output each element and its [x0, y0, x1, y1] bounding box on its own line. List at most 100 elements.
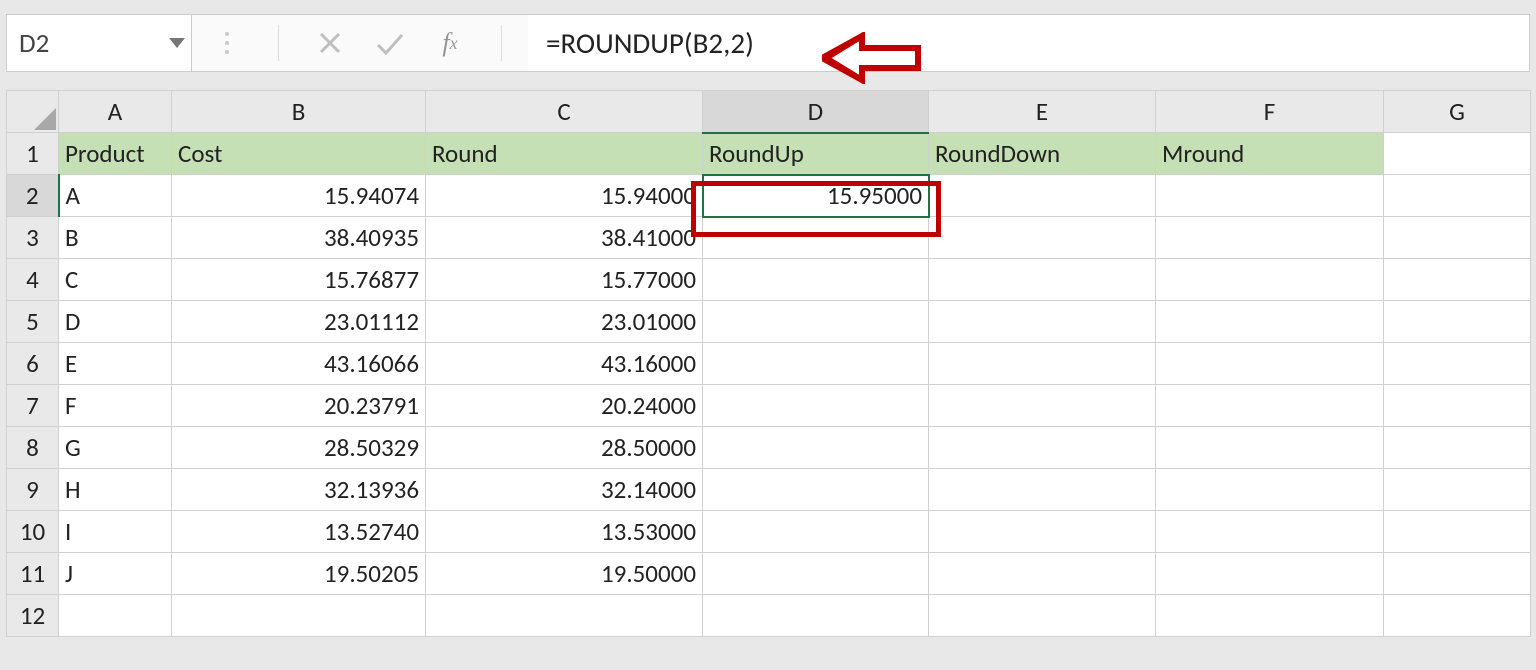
cell-D4[interactable]: [703, 259, 929, 301]
cell-F7[interactable]: [1156, 385, 1384, 427]
cell-A11[interactable]: J: [59, 553, 172, 595]
row-header-5[interactable]: 5: [7, 301, 59, 343]
cell-G7[interactable]: [1384, 385, 1531, 427]
cell-E6[interactable]: [929, 343, 1156, 385]
column-header-C[interactable]: C: [426, 91, 703, 133]
cell-B4[interactable]: 15.76877: [172, 259, 426, 301]
cell-E2[interactable]: [929, 175, 1156, 217]
cell-C7[interactable]: 20.24000: [426, 385, 703, 427]
spreadsheet-grid[interactable]: ABCDEFG 1ProductCostRoundRoundUpRoundDow…: [6, 90, 1530, 637]
cell-A5[interactable]: D: [59, 301, 172, 343]
cell-E9[interactable]: [929, 469, 1156, 511]
row-header-2[interactable]: 2: [7, 175, 59, 217]
cell-D5[interactable]: [703, 301, 929, 343]
cell-A6[interactable]: E: [59, 343, 172, 385]
cancel-icon[interactable]: [313, 26, 347, 60]
name-box-dropdown-icon[interactable]: [169, 38, 185, 48]
row-header-7[interactable]: 7: [7, 385, 59, 427]
cell-B7[interactable]: 20.23791: [172, 385, 426, 427]
row-header-3[interactable]: 3: [7, 217, 59, 259]
cell-A10[interactable]: I: [59, 511, 172, 553]
cell-A7[interactable]: F: [59, 385, 172, 427]
cell-F10[interactable]: [1156, 511, 1384, 553]
cell-F11[interactable]: [1156, 553, 1384, 595]
cell-B2[interactable]: 15.94074: [172, 175, 426, 217]
cell-A9[interactable]: H: [59, 469, 172, 511]
cell-G10[interactable]: [1384, 511, 1531, 553]
cell-G6[interactable]: [1384, 343, 1531, 385]
cell-E1[interactable]: RoundDown: [929, 133, 1156, 175]
cell-B1[interactable]: Cost: [172, 133, 426, 175]
cell-G11[interactable]: [1384, 553, 1531, 595]
row-header-12[interactable]: 12: [7, 595, 59, 637]
cell-D7[interactable]: [703, 385, 929, 427]
cell-C6[interactable]: 43.16000: [426, 343, 703, 385]
cell-D10[interactable]: [703, 511, 929, 553]
cell-D1[interactable]: RoundUp: [703, 133, 929, 175]
cell-B8[interactable]: 28.50329: [172, 427, 426, 469]
cell-C5[interactable]: 23.01000: [426, 301, 703, 343]
row-header-11[interactable]: 11: [7, 553, 59, 595]
cell-G4[interactable]: [1384, 259, 1531, 301]
cell-D2[interactable]: 15.95000: [703, 175, 929, 217]
cell-F3[interactable]: [1156, 217, 1384, 259]
cell-G8[interactable]: [1384, 427, 1531, 469]
cell-F2[interactable]: [1156, 175, 1384, 217]
cell-E12[interactable]: [929, 595, 1156, 637]
cell-A3[interactable]: B: [59, 217, 172, 259]
cell-B11[interactable]: 19.50205: [172, 553, 426, 595]
row-header-1[interactable]: 1: [7, 133, 59, 175]
cell-D9[interactable]: [703, 469, 929, 511]
cell-F12[interactable]: [1156, 595, 1384, 637]
cell-G3[interactable]: [1384, 217, 1531, 259]
enter-icon[interactable]: [373, 26, 407, 60]
cell-C4[interactable]: 15.77000: [426, 259, 703, 301]
row-header-4[interactable]: 4: [7, 259, 59, 301]
cell-E3[interactable]: [929, 217, 1156, 259]
cell-F6[interactable]: [1156, 343, 1384, 385]
cell-D3[interactable]: [703, 217, 929, 259]
cell-B10[interactable]: 13.52740: [172, 511, 426, 553]
name-box[interactable]: D2: [7, 15, 192, 71]
column-header-E[interactable]: E: [929, 91, 1156, 133]
row-header-6[interactable]: 6: [7, 343, 59, 385]
cell-A8[interactable]: G: [59, 427, 172, 469]
cell-D11[interactable]: [703, 553, 929, 595]
column-header-D[interactable]: D: [703, 91, 929, 133]
formula-bar-handle-icon[interactable]: [210, 26, 244, 60]
column-header-G[interactable]: G: [1384, 91, 1531, 133]
column-header-A[interactable]: A: [59, 91, 172, 133]
cell-B3[interactable]: 38.40935: [172, 217, 426, 259]
cell-A12[interactable]: [59, 595, 172, 637]
cell-B6[interactable]: 43.16066: [172, 343, 426, 385]
select-all-corner[interactable]: [7, 91, 59, 133]
cell-B12[interactable]: [172, 595, 426, 637]
formula-input[interactable]: =ROUNDUP(B2,2): [528, 15, 1529, 71]
cell-D6[interactable]: [703, 343, 929, 385]
cell-D12[interactable]: [703, 595, 929, 637]
cell-E11[interactable]: [929, 553, 1156, 595]
cell-C11[interactable]: 19.50000: [426, 553, 703, 595]
cell-E8[interactable]: [929, 427, 1156, 469]
cell-F1[interactable]: Mround: [1156, 133, 1384, 175]
row-header-10[interactable]: 10: [7, 511, 59, 553]
cell-C1[interactable]: Round: [426, 133, 703, 175]
cell-E7[interactable]: [929, 385, 1156, 427]
cell-E10[interactable]: [929, 511, 1156, 553]
cell-F4[interactable]: [1156, 259, 1384, 301]
cell-E5[interactable]: [929, 301, 1156, 343]
row-header-8[interactable]: 8: [7, 427, 59, 469]
cell-B5[interactable]: 23.01112: [172, 301, 426, 343]
column-header-B[interactable]: B: [172, 91, 426, 133]
column-header-F[interactable]: F: [1156, 91, 1384, 133]
cell-G12[interactable]: [1384, 595, 1531, 637]
row-header-9[interactable]: 9: [7, 469, 59, 511]
cell-G2[interactable]: [1384, 175, 1531, 217]
cell-F9[interactable]: [1156, 469, 1384, 511]
cell-C9[interactable]: 32.14000: [426, 469, 703, 511]
cell-G9[interactable]: [1384, 469, 1531, 511]
cell-A1[interactable]: Product: [59, 133, 172, 175]
cell-C3[interactable]: 38.41000: [426, 217, 703, 259]
cell-G1[interactable]: [1384, 133, 1531, 175]
cell-F8[interactable]: [1156, 427, 1384, 469]
